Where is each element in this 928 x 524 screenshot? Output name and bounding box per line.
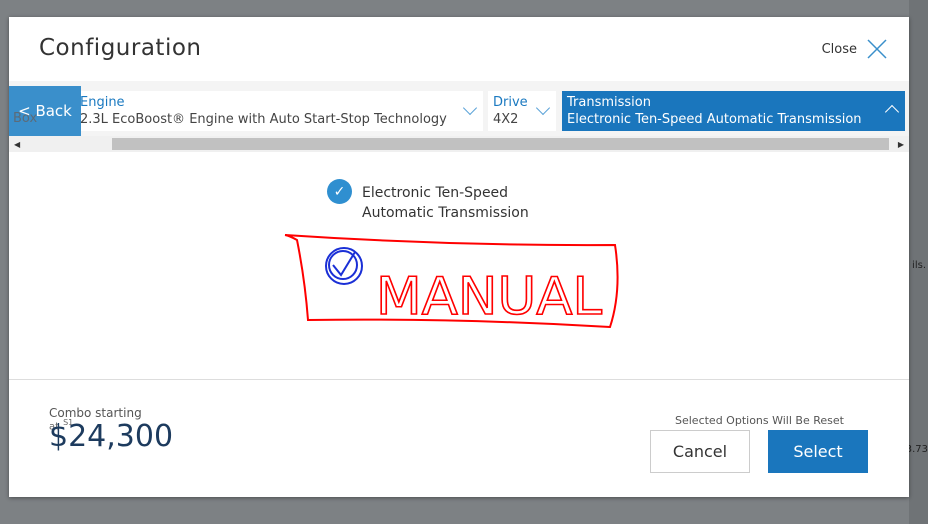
- scribbled-check-icon: [325, 247, 363, 285]
- handwritten-annotation: MANUAL: [284, 234, 619, 329]
- annotation-text-manual: MANUAL: [376, 267, 602, 327]
- back-button[interactable]: < Back: [9, 86, 81, 136]
